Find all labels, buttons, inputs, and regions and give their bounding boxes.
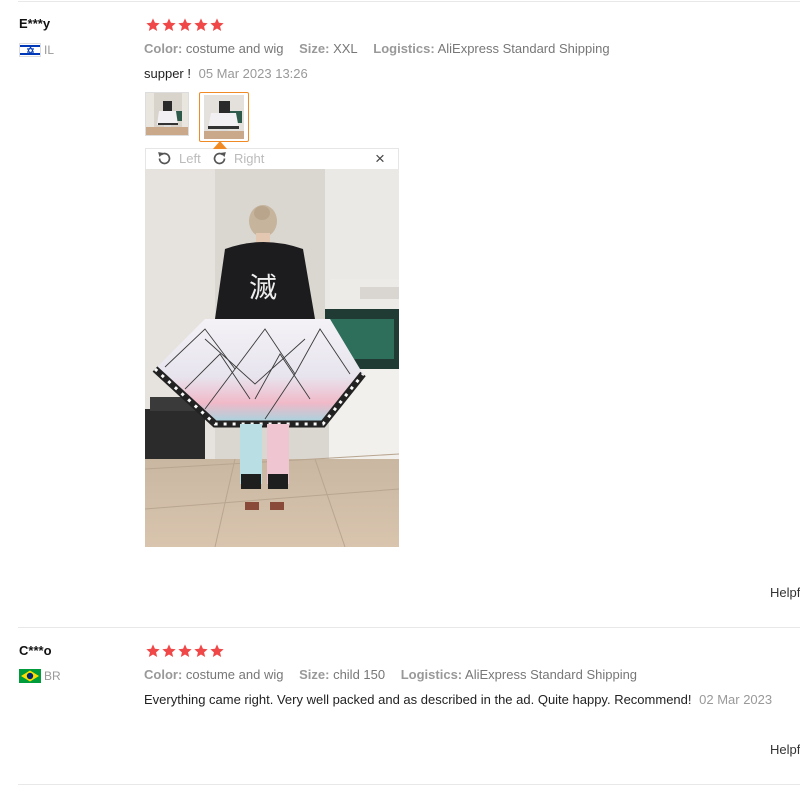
review-photo-large: 滅 <box>145 169 399 547</box>
logistics-value: AliExpress Standard Shipping <box>437 41 610 56</box>
size-label: Size: <box>299 41 330 56</box>
size-value: child 150 <box>333 667 386 682</box>
feedback-content: Everything came right. Very well packed … <box>144 692 692 707</box>
star-icon <box>210 18 224 31</box>
photo-thumbnail-image <box>204 95 244 139</box>
helpful-button[interactable]: Helpf <box>770 585 800 600</box>
rotate-left-icon <box>158 152 171 165</box>
reviewer-name: C***o <box>19 643 52 658</box>
rotate-left-button[interactable]: Left <box>156 150 201 167</box>
color-label: Color: <box>144 41 183 56</box>
star-icon <box>162 18 176 31</box>
size-value: XXL <box>333 41 358 56</box>
brazil-flag-icon <box>19 669 41 683</box>
photo-thumbnail-image <box>146 93 188 135</box>
review-photo-thumb[interactable] <box>145 92 189 136</box>
star-icon <box>146 18 160 31</box>
star-icon <box>146 644 160 657</box>
close-viewer-button[interactable]: × <box>375 149 385 169</box>
star-icon <box>194 18 208 31</box>
feedback-date: 05 Mar 2023 13:26 <box>198 66 308 81</box>
color-label: Color: <box>144 667 183 682</box>
product-attributes: Color: costume and wig Size: child 150 L… <box>144 667 637 682</box>
feedback-text: Everything came right. Very well packed … <box>144 692 772 707</box>
logistics-label: Logistics: <box>373 41 435 56</box>
feedback-date: 02 Mar 2023 <box>699 692 773 707</box>
top-divider <box>18 1 800 2</box>
svg-text:滅: 滅 <box>249 271 277 304</box>
feedback-text: supper ! 05 Mar 2023 13:26 <box>144 66 308 81</box>
reviewer-name: E***y <box>19 16 51 31</box>
color-value: costume and wig <box>185 41 284 56</box>
close-icon: × <box>375 149 385 168</box>
rotate-right-button[interactable]: Right <box>211 150 264 167</box>
rotate-left-label: Left <box>179 151 201 166</box>
helpful-button[interactable]: Helpf <box>770 742 800 757</box>
image-viewer-toolbar: Left Right × <box>145 141 399 170</box>
review-photo-image: 滅 <box>145 169 399 547</box>
review-photo-thumb-selected[interactable] <box>199 92 249 142</box>
star-rating <box>145 643 225 659</box>
star-icon <box>162 644 176 657</box>
size-label: Size: <box>299 667 330 682</box>
selected-thumb-pointer <box>213 141 227 149</box>
review-divider <box>18 784 800 785</box>
product-attributes: Color: costume and wig Size: XXL Logisti… <box>144 41 610 56</box>
star-icon <box>178 644 192 657</box>
rotate-right-icon <box>213 152 226 165</box>
color-value: costume and wig <box>185 667 284 682</box>
feedback-content: supper ! <box>144 66 191 81</box>
country-code: IL <box>44 43 55 57</box>
rotate-right-label: Right <box>234 151 265 166</box>
star-icon <box>178 18 192 31</box>
country-code: BR <box>44 669 61 683</box>
review-divider <box>18 627 800 628</box>
star-rating <box>145 17 225 33</box>
reviewer-country: IL <box>19 42 54 58</box>
reviewer-country: BR <box>19 668 61 684</box>
star-icon <box>194 644 208 657</box>
israel-flag-icon <box>19 43 41 57</box>
star-icon <box>210 644 224 657</box>
logistics-label: Logistics: <box>400 667 463 682</box>
logistics-value: AliExpress Standard Shipping <box>465 667 638 682</box>
